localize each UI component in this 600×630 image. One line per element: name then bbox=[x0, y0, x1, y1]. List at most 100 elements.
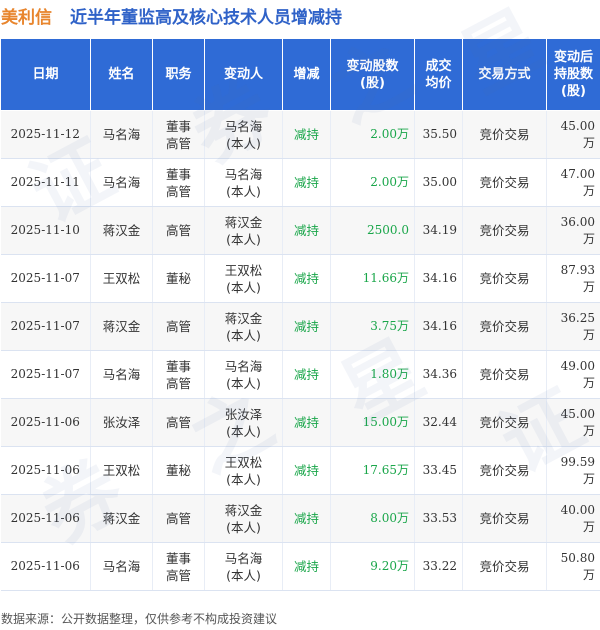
column-header: 变动人 bbox=[204, 38, 283, 111]
change-type-cell: 减持 bbox=[282, 494, 331, 543]
data-source-note: 数据来源：公开数据整理，仅供参考不构成投资建议 bbox=[1, 612, 278, 626]
table-row: 2025-11-07 蒋汉金 高管 蒋汉金 (本人) 减持 3.75万 34.16 竞价交易 36… bbox=[0, 302, 600, 351]
changer-cell: 蒋汉金 (本人) bbox=[204, 494, 283, 543]
table-row: 2025-11-06 王双松 董秘 王双松 (本人) 减持 17.65万 33.45 竞价交易 9… bbox=[0, 446, 600, 495]
changer-cell: 马名海 (本人) bbox=[204, 158, 283, 207]
position-cell: 董事 高管 bbox=[152, 158, 205, 207]
column-header: 交易方式 bbox=[462, 38, 547, 111]
shares-after-cell: 47.00万 bbox=[546, 158, 600, 207]
table-row: 2025-11-10 蒋汉金 高管 蒋汉金 (本人) 减持 2500.0 34.19 竞价交易 3… bbox=[0, 206, 600, 255]
changer-cell: 蒋汉金 (本人) bbox=[204, 206, 283, 255]
avg-price-cell: 33.53 bbox=[414, 494, 463, 543]
column-header: 姓名 bbox=[90, 38, 153, 111]
changer-cell: 马名海 (本人) bbox=[204, 542, 283, 591]
table-container: 日期 姓名 职务 变动人 增减 变动股数 (股) 成交 均价 交易方式 变动后 持股数 (股) 2025… bbox=[0, 38, 600, 591]
name-cell: 马名海 bbox=[90, 158, 153, 207]
table-body: 2025-11-12 马名海 董事 高管 马名海 (本人) 减持 2.00万 35.50 竞价交易… bbox=[0, 110, 600, 591]
change-type-cell: 减持 bbox=[282, 254, 331, 303]
trade-method-cell: 竞价交易 bbox=[462, 350, 547, 399]
column-header: 成交 均价 bbox=[414, 38, 463, 111]
name-cell: 马名海 bbox=[90, 542, 153, 591]
page-title: 近半年董监高及核心技术人员增减持 bbox=[70, 8, 342, 28]
position-cell: 董事 高管 bbox=[152, 542, 205, 591]
shares-changed-cell: 8.00万 bbox=[330, 494, 415, 543]
name-cell: 王双松 bbox=[90, 446, 153, 495]
shares-changed-cell: 3.75万 bbox=[330, 302, 415, 351]
date-cell: 2025-11-10 bbox=[0, 206, 91, 255]
table-row: 2025-11-07 马名海 董事 高管 马名海 (本人) 减持 1.80万 34.36 竞价交易… bbox=[0, 350, 600, 399]
date-cell: 2025-11-06 bbox=[0, 398, 91, 447]
avg-price-cell: 32.44 bbox=[414, 398, 463, 447]
avg-price-cell: 35.50 bbox=[414, 110, 463, 159]
insider-trades-table: 日期 姓名 职务 变动人 增减 变动股数 (股) 成交 均价 交易方式 变动后 持股数 (股) 2025… bbox=[0, 38, 600, 591]
company-name: 美利信 bbox=[1, 8, 52, 28]
position-cell: 高管 bbox=[152, 494, 205, 543]
table-row: 2025-11-07 王双松 董秘 王双松 (本人) 减持 11.66万 34.16 竞价交易 8… bbox=[0, 254, 600, 303]
shares-after-cell: 45.00万 bbox=[546, 398, 600, 447]
avg-price-cell: 34.16 bbox=[414, 254, 463, 303]
trade-method-cell: 竞价交易 bbox=[462, 494, 547, 543]
name-cell: 张汝泽 bbox=[90, 398, 153, 447]
shares-after-cell: 40.00万 bbox=[546, 494, 600, 543]
shares-changed-cell: 2.00万 bbox=[330, 110, 415, 159]
shares-changed-cell: 11.66万 bbox=[330, 254, 415, 303]
avg-price-cell: 34.16 bbox=[414, 302, 463, 351]
change-type-cell: 减持 bbox=[282, 110, 331, 159]
position-cell: 高管 bbox=[152, 398, 205, 447]
change-type-cell: 减持 bbox=[282, 542, 331, 591]
trade-method-cell: 竞价交易 bbox=[462, 398, 547, 447]
trade-method-cell: 竞价交易 bbox=[462, 206, 547, 255]
trade-method-cell: 竞价交易 bbox=[462, 302, 547, 351]
shares-changed-cell: 2500.0 bbox=[330, 206, 415, 255]
avg-price-cell: 34.36 bbox=[414, 350, 463, 399]
shares-changed-cell: 1.80万 bbox=[330, 350, 415, 399]
shares-changed-cell: 17.65万 bbox=[330, 446, 415, 495]
column-header: 职务 bbox=[152, 38, 205, 111]
trade-method-cell: 竞价交易 bbox=[462, 254, 547, 303]
name-cell: 蒋汉金 bbox=[90, 206, 153, 255]
change-type-cell: 减持 bbox=[282, 350, 331, 399]
table-row: 2025-11-11 马名海 董事 高管 马名海 (本人) 减持 2.00万 35.00 竞价交易… bbox=[0, 158, 600, 207]
name-cell: 王双松 bbox=[90, 254, 153, 303]
name-cell: 蒋汉金 bbox=[90, 302, 153, 351]
change-type-cell: 减持 bbox=[282, 446, 331, 495]
name-cell: 马名海 bbox=[90, 350, 153, 399]
position-cell: 高管 bbox=[152, 302, 205, 351]
name-cell: 马名海 bbox=[90, 110, 153, 159]
shares-after-cell: 87.93万 bbox=[546, 254, 600, 303]
date-cell: 2025-11-11 bbox=[0, 158, 91, 207]
position-cell: 高管 bbox=[152, 206, 205, 255]
column-header: 日期 bbox=[0, 38, 91, 111]
shares-after-cell: 36.00万 bbox=[546, 206, 600, 255]
shares-after-cell: 50.80万 bbox=[546, 542, 600, 591]
title-bar: 美利信 近半年董监高及核心技术人员增减持 bbox=[0, 0, 600, 32]
change-type-cell: 减持 bbox=[282, 206, 331, 255]
shares-changed-cell: 9.20万 bbox=[330, 542, 415, 591]
shares-after-cell: 45.00万 bbox=[546, 110, 600, 159]
position-cell: 董事 高管 bbox=[152, 110, 205, 159]
name-cell: 蒋汉金 bbox=[90, 494, 153, 543]
changer-cell: 王双松 (本人) bbox=[204, 254, 283, 303]
shares-changed-cell: 15.00万 bbox=[330, 398, 415, 447]
date-cell: 2025-11-06 bbox=[0, 446, 91, 495]
table-row: 2025-11-06 马名海 董事 高管 马名海 (本人) 减持 9.20万 33.22 竞价交易… bbox=[0, 542, 600, 591]
change-type-cell: 减持 bbox=[282, 398, 331, 447]
avg-price-cell: 33.22 bbox=[414, 542, 463, 591]
position-cell: 董秘 bbox=[152, 254, 205, 303]
table-row: 2025-11-06 蒋汉金 高管 蒋汉金 (本人) 减持 8.00万 33.53 竞价交易 40… bbox=[0, 494, 600, 543]
shares-changed-cell: 2.00万 bbox=[330, 158, 415, 207]
trade-method-cell: 竞价交易 bbox=[462, 446, 547, 495]
changer-cell: 蒋汉金 (本人) bbox=[204, 302, 283, 351]
date-cell: 2025-11-06 bbox=[0, 542, 91, 591]
changer-cell: 王双松 (本人) bbox=[204, 446, 283, 495]
table-row: 2025-11-06 张汝泽 高管 张汝泽 (本人) 减持 15.00万 32.44 竞价交易 4… bbox=[0, 398, 600, 447]
trade-method-cell: 竞价交易 bbox=[462, 158, 547, 207]
shares-after-cell: 49.00万 bbox=[546, 350, 600, 399]
avg-price-cell: 33.45 bbox=[414, 446, 463, 495]
shares-after-cell: 36.25万 bbox=[546, 302, 600, 351]
shares-after-cell: 99.59万 bbox=[546, 446, 600, 495]
date-cell: 2025-11-06 bbox=[0, 494, 91, 543]
changer-cell: 马名海 (本人) bbox=[204, 350, 283, 399]
changer-cell: 马名海 (本人) bbox=[204, 110, 283, 159]
position-cell: 董秘 bbox=[152, 446, 205, 495]
